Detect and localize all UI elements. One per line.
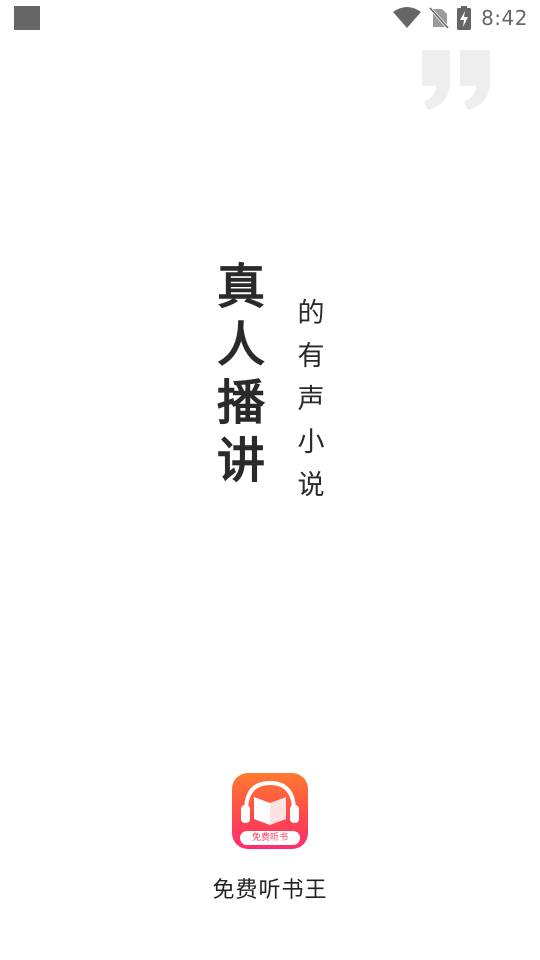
app-icon-label: 免费听书 xyxy=(240,831,300,845)
app-name: 免费听书王 xyxy=(212,878,328,903)
status-time: 8:42 xyxy=(481,6,528,30)
slogan-main-char: 讲 xyxy=(216,433,265,489)
slogan-sub-char: 说 xyxy=(297,470,325,501)
slogan-main-char: 人 xyxy=(216,317,265,373)
status-bar: 8:42 xyxy=(0,0,540,36)
slogan-sub-char: 的 xyxy=(297,298,325,329)
battery-charging-icon xyxy=(457,6,472,30)
app-logo-icon: 免费听书 xyxy=(232,773,308,849)
quote-mark-icon xyxy=(420,50,492,112)
slogan-sub-char: 有 xyxy=(297,341,325,372)
no-sim-icon xyxy=(429,7,450,29)
slogan-main-char: 真 xyxy=(216,259,265,315)
slogan-sub-char: 声 xyxy=(297,384,325,415)
slogan-main-char: 播 xyxy=(216,375,265,431)
notification-square-icon xyxy=(14,6,40,30)
slogan-sub: 的 有 声 小 说 xyxy=(294,292,328,507)
slogan-main: 真 人 播 讲 xyxy=(212,258,270,490)
slogan-sub-char: 小 xyxy=(297,427,325,458)
wifi-icon xyxy=(393,7,422,29)
status-icons: 8:42 xyxy=(393,4,528,32)
